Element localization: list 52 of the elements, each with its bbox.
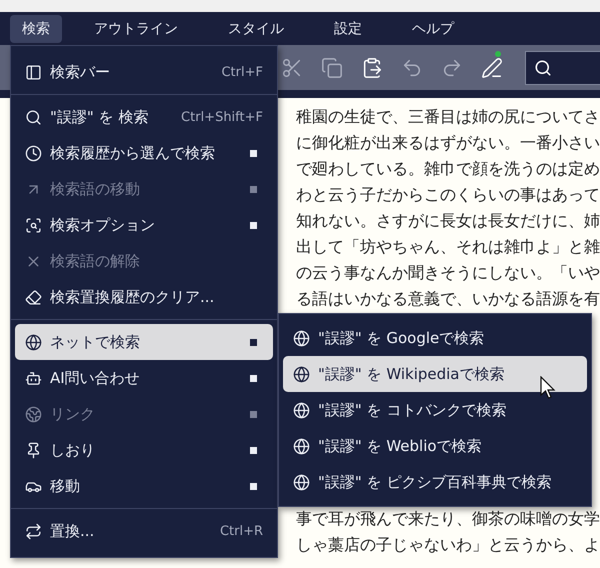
globe-icon: [293, 402, 310, 418]
menu-item[interactable]: 検索オプション: [15, 207, 273, 243]
menu-tab[interactable]: アウトライン: [82, 14, 190, 42]
document-text: 事で耳が飛んで来たり、御茶の味噌の女学: [296, 508, 600, 530]
menu-item[interactable]: 置換... Ctrl+R: [15, 513, 273, 549]
globe-icon: [293, 438, 310, 454]
menu-item[interactable]: "誤謬" を Wikipediaで検索: [283, 356, 587, 392]
menu-item[interactable]: "誤謬" を 検索 Ctrl+Shift+F: [15, 99, 273, 135]
search-field[interactable]: [525, 50, 600, 84]
menu-item[interactable]: AI問い合わせ: [15, 360, 273, 396]
menu-tab[interactable]: 設定: [322, 14, 374, 42]
pin-icon: [25, 442, 42, 458]
panel-icon: [25, 64, 42, 80]
search-icon: [25, 108, 42, 126]
globe-icon: [293, 330, 310, 346]
search-icon: [25, 216, 42, 234]
menu-tab[interactable]: ヘルプ: [400, 14, 466, 42]
shortcut-text: Ctrl+F: [221, 64, 263, 80]
menu-item[interactable]: 検索履歴から選んで検索: [15, 135, 273, 171]
menu-item[interactable]: 検索置換履歴のクリア...: [15, 279, 273, 315]
shortcut-text: Ctrl+Shift+F: [181, 110, 263, 124]
menu-item[interactable]: "誤謬" を コトバンクで検索: [283, 392, 587, 428]
menu-item[interactable]: 検索バー Ctrl+F: [15, 54, 273, 90]
document-text: で廻わしている。雑巾で顔を洗うのは定め: [296, 158, 600, 180]
menu-tab[interactable]: スタイル: [216, 14, 296, 42]
menu-item[interactable]: ネットで検索: [15, 324, 273, 360]
search-icon: [534, 58, 552, 76]
document-text: 知れない。さすがに長女は長女だけに、姉: [296, 210, 600, 232]
status-dot: [495, 50, 501, 56]
mouse-cursor-icon: [540, 376, 556, 400]
shortcut-text: Ctrl+R: [220, 524, 263, 538]
document-text: る語はいかなる意義で、いかなる語源を有: [296, 288, 600, 310]
globe-icon: [25, 334, 42, 350]
menu-item[interactable]: 移動: [15, 468, 273, 504]
replace-icon: [25, 522, 42, 540]
document-text: しゃ藁店の子じゃないわ」と云うから、よ: [296, 534, 600, 556]
clock-icon: [25, 144, 42, 162]
document-text: に御化粧が出来るはずがない。一番小さい: [296, 132, 600, 154]
menu-tab[interactable]: 検索: [10, 14, 62, 42]
document-text: 稚園の生徒で、三番目は姉の尻についてさ: [296, 106, 600, 128]
menu-item[interactable]: "誤謬" を ピクシブ百科事典で検索: [283, 464, 587, 500]
document-text: の云う事なんか聞きそうにしない。「いや: [296, 262, 600, 284]
globe-icon: [293, 366, 310, 382]
document-text: 出して「坊やちゃん、それは雑巾よ」と雑: [296, 236, 600, 258]
globe-icon: [25, 406, 42, 422]
menu-item[interactable]: "誤謬" を Weblioで検索: [283, 428, 587, 464]
menu-item[interactable]: "誤謬" を Googleで検索: [283, 320, 587, 356]
globe-icon: [293, 474, 310, 490]
menu-item[interactable]: しおり: [15, 432, 273, 468]
robot-icon: [25, 370, 42, 386]
document-text: わと云う子だからこのくらいの事はあって: [296, 184, 600, 206]
eraser-icon: [25, 288, 42, 306]
